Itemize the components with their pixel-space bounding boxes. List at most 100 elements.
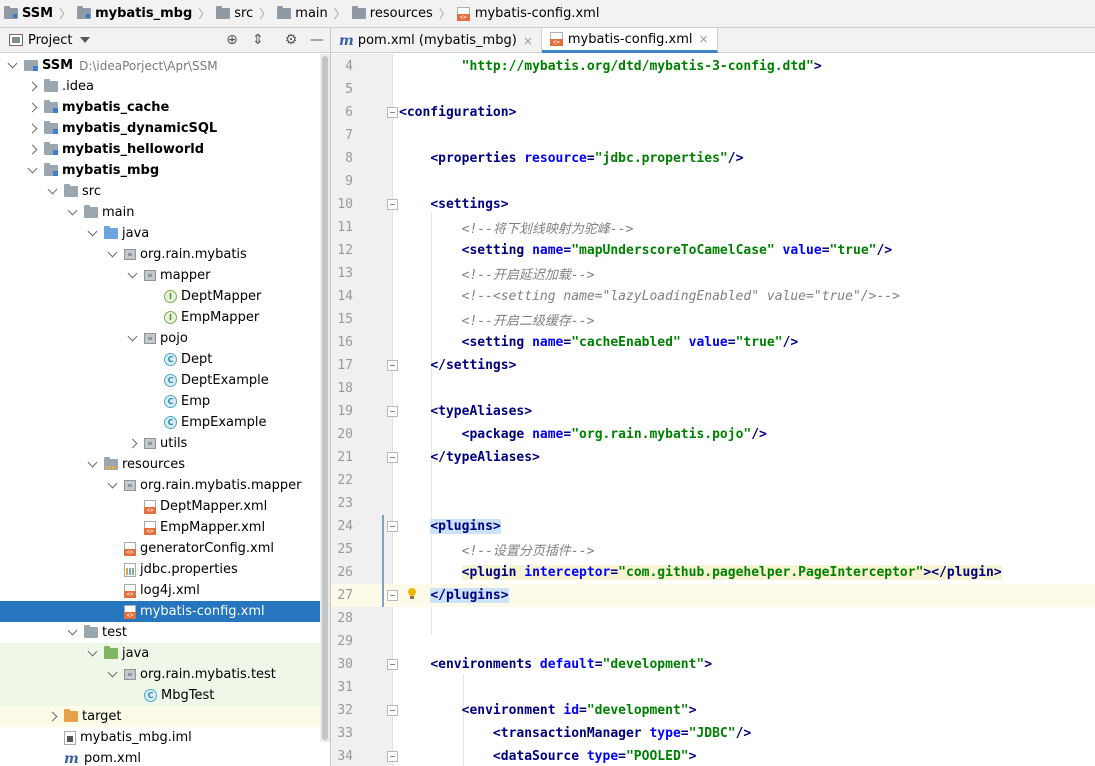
- code-line[interactable]: 26 <plugin interceptor="com.github.pageh…: [331, 561, 1095, 584]
- tree-item-empmapper-xml[interactable]: EmpMapper.xml: [0, 517, 330, 538]
- code-line[interactable]: 12 <setting name = "mapUnderscoreToCamelCa…: [331, 239, 1095, 262]
- chevron-down-icon[interactable]: [80, 37, 91, 43]
- hide-icon[interactable]: —: [309, 32, 325, 48]
- breadcrumb-item[interactable]: resources: [351, 6, 433, 21]
- tree-item-src[interactable]: src: [0, 181, 330, 202]
- tree-item-pojo[interactable]: pojo: [0, 328, 330, 349]
- code-line[interactable]: 33 <transactionManager type="JDBC"/>: [331, 722, 1095, 745]
- chevron-down-icon[interactable]: [106, 669, 118, 681]
- code-line[interactable]: 24 <plugins>: [331, 515, 1095, 538]
- chevron-down-icon[interactable]: [6, 60, 18, 72]
- tab-mybatis-config-xml[interactable]: mybatis-config.xml ×: [541, 28, 718, 53]
- chevron-down-icon[interactable]: [86, 459, 98, 471]
- tree-item-mybatis-config-xml[interactable]: mybatis-config.xml: [0, 601, 330, 622]
- tree-item-test[interactable]: test: [0, 622, 330, 643]
- tree-item-ssm[interactable]: SSM D:\ideaPorject\Apr\SSM: [0, 55, 330, 76]
- breadcrumb-item[interactable]: src: [216, 6, 253, 21]
- chevron-down-icon[interactable]: [106, 480, 118, 492]
- code-line[interactable]: 20 <package name="org.rain.mybatis.pojo"…: [331, 423, 1095, 446]
- chevron-down-icon[interactable]: [46, 186, 58, 198]
- chevron-down-icon[interactable]: [126, 270, 138, 282]
- tree-item-target[interactable]: target: [0, 706, 330, 727]
- tree-item-deptmapper-xml[interactable]: DeptMapper.xml: [0, 496, 330, 517]
- chevron-down-icon[interactable]: [66, 627, 78, 639]
- code-line[interactable]: 28: [331, 607, 1095, 630]
- tree-item-mybatis-helloworld[interactable]: mybatis_helloworld: [0, 139, 330, 160]
- breadcrumb-item[interactable]: SSM: [4, 6, 53, 21]
- code-line[interactable]: 11 <!--将下划线映射为驼峰-->: [331, 216, 1095, 239]
- tree-item-empexample[interactable]: C EmpExample: [0, 412, 330, 433]
- code-editor[interactable]: 4 "http://mybatis.org/dtd/mybatis-3-conf…: [331, 54, 1095, 766]
- fold-toggle-icon[interactable]: [387, 406, 398, 417]
- fold-toggle-icon[interactable]: [387, 199, 398, 210]
- project-view-selector[interactable]: Project: [28, 33, 72, 48]
- chevron-right-icon[interactable]: [126, 438, 138, 450]
- collapse-all-icon[interactable]: ⇕: [250, 32, 266, 48]
- code-line[interactable]: 31: [331, 676, 1095, 699]
- breadcrumb-item[interactable]: mybatis-config.xml: [456, 6, 599, 21]
- chevron-down-icon[interactable]: [86, 228, 98, 240]
- chevron-down-icon[interactable]: [126, 333, 138, 345]
- tree-item-mybatis-cache[interactable]: mybatis_cache: [0, 97, 330, 118]
- tree-item-org-rain-mybatis-test[interactable]: org.rain.mybatis.test: [0, 664, 330, 685]
- change-marker[interactable]: [382, 515, 384, 538]
- fold-toggle-icon[interactable]: [387, 107, 398, 118]
- chevron-right-icon[interactable]: [46, 711, 58, 723]
- breadcrumb-item[interactable]: mybatis_mbg: [77, 6, 192, 21]
- tree-item-utils[interactable]: utils: [0, 433, 330, 454]
- tree-item-pom-xml[interactable]: m pom.xml: [0, 748, 330, 766]
- code-line[interactable]: 29: [331, 630, 1095, 653]
- tree-item-mybatis-mbg-iml[interactable]: mybatis_mbg.iml: [0, 727, 330, 748]
- gear-icon[interactable]: ⚙: [283, 32, 299, 48]
- code-line[interactable]: 21 </typeAliases>: [331, 446, 1095, 469]
- code-line[interactable]: 34 <dataSource type="POOLED">: [331, 745, 1095, 766]
- chevron-right-icon[interactable]: [26, 144, 38, 156]
- code-line[interactable]: 19 <typeAliases>: [331, 400, 1095, 423]
- close-icon[interactable]: ×: [523, 34, 533, 48]
- change-marker[interactable]: [382, 538, 384, 561]
- chevron-right-icon[interactable]: [26, 81, 38, 93]
- breadcrumb-item[interactable]: main: [277, 6, 328, 21]
- tree-item-org-rain-mybatis[interactable]: org.rain.mybatis: [0, 244, 330, 265]
- code-line[interactable]: 5: [331, 78, 1095, 101]
- tree-item-resources[interactable]: resources: [0, 454, 330, 475]
- code-line[interactable]: 4 "http://mybatis.org/dtd/mybatis-3-conf…: [331, 55, 1095, 78]
- fold-toggle-icon[interactable]: [387, 659, 398, 670]
- code-line[interactable]: 30 <environments default="development">: [331, 653, 1095, 676]
- code-line[interactable]: 27 </plugins>: [331, 584, 1095, 607]
- code-line[interactable]: 23: [331, 492, 1095, 515]
- tree-item-mapper[interactable]: mapper: [0, 265, 330, 286]
- chevron-right-icon[interactable]: [26, 102, 38, 114]
- tree-item-java[interactable]: java: [0, 223, 330, 244]
- tree-item-java[interactable]: java: [0, 643, 330, 664]
- scrollbar-thumb[interactable]: [322, 56, 328, 740]
- tree-item-jdbc-properties[interactable]: jdbc.properties: [0, 559, 330, 580]
- code-line[interactable]: 8 <properties resource="jdbc.properties"…: [331, 147, 1095, 170]
- tree-item-emp[interactable]: C Emp: [0, 391, 330, 412]
- chevron-right-icon[interactable]: [26, 123, 38, 135]
- code-line[interactable]: 14 <!--<setting name="lazyLoadingEnabled…: [331, 285, 1095, 308]
- tree-item-mybatis-mbg[interactable]: mybatis_mbg: [0, 160, 330, 181]
- tree-item-log4j-xml[interactable]: log4j.xml: [0, 580, 330, 601]
- fold-toggle-icon[interactable]: [387, 590, 398, 601]
- tree-item-dept[interactable]: C Dept: [0, 349, 330, 370]
- tree-item-deptmapper[interactable]: I DeptMapper: [0, 286, 330, 307]
- chevron-down-icon[interactable]: [66, 207, 78, 219]
- tab-pom-xml-mybatis-mbg-[interactable]: m pom.xml (mybatis_mbg) ×: [331, 28, 542, 53]
- code-line[interactable]: 9: [331, 170, 1095, 193]
- code-line[interactable]: 7: [331, 124, 1095, 147]
- tree-item--idea[interactable]: .idea: [0, 76, 330, 97]
- locate-icon[interactable]: ⊕: [224, 32, 240, 48]
- code-line[interactable]: 17 </settings>: [331, 354, 1095, 377]
- chevron-down-icon[interactable]: [106, 249, 118, 261]
- tree-item-empmapper[interactable]: I EmpMapper: [0, 307, 330, 328]
- code-line[interactable]: 32 <environment id="development">: [331, 699, 1095, 722]
- tree-scrollbar[interactable]: [320, 54, 330, 742]
- fold-toggle-icon[interactable]: [387, 360, 398, 371]
- fold-toggle-icon[interactable]: [387, 452, 398, 463]
- tree-item-mbgtest[interactable]: C MbgTest: [0, 685, 330, 706]
- change-marker[interactable]: [382, 584, 384, 607]
- close-icon[interactable]: ×: [699, 32, 709, 46]
- change-marker[interactable]: [382, 561, 384, 584]
- tree-item-generatorconfig-xml[interactable]: generatorConfig.xml: [0, 538, 330, 559]
